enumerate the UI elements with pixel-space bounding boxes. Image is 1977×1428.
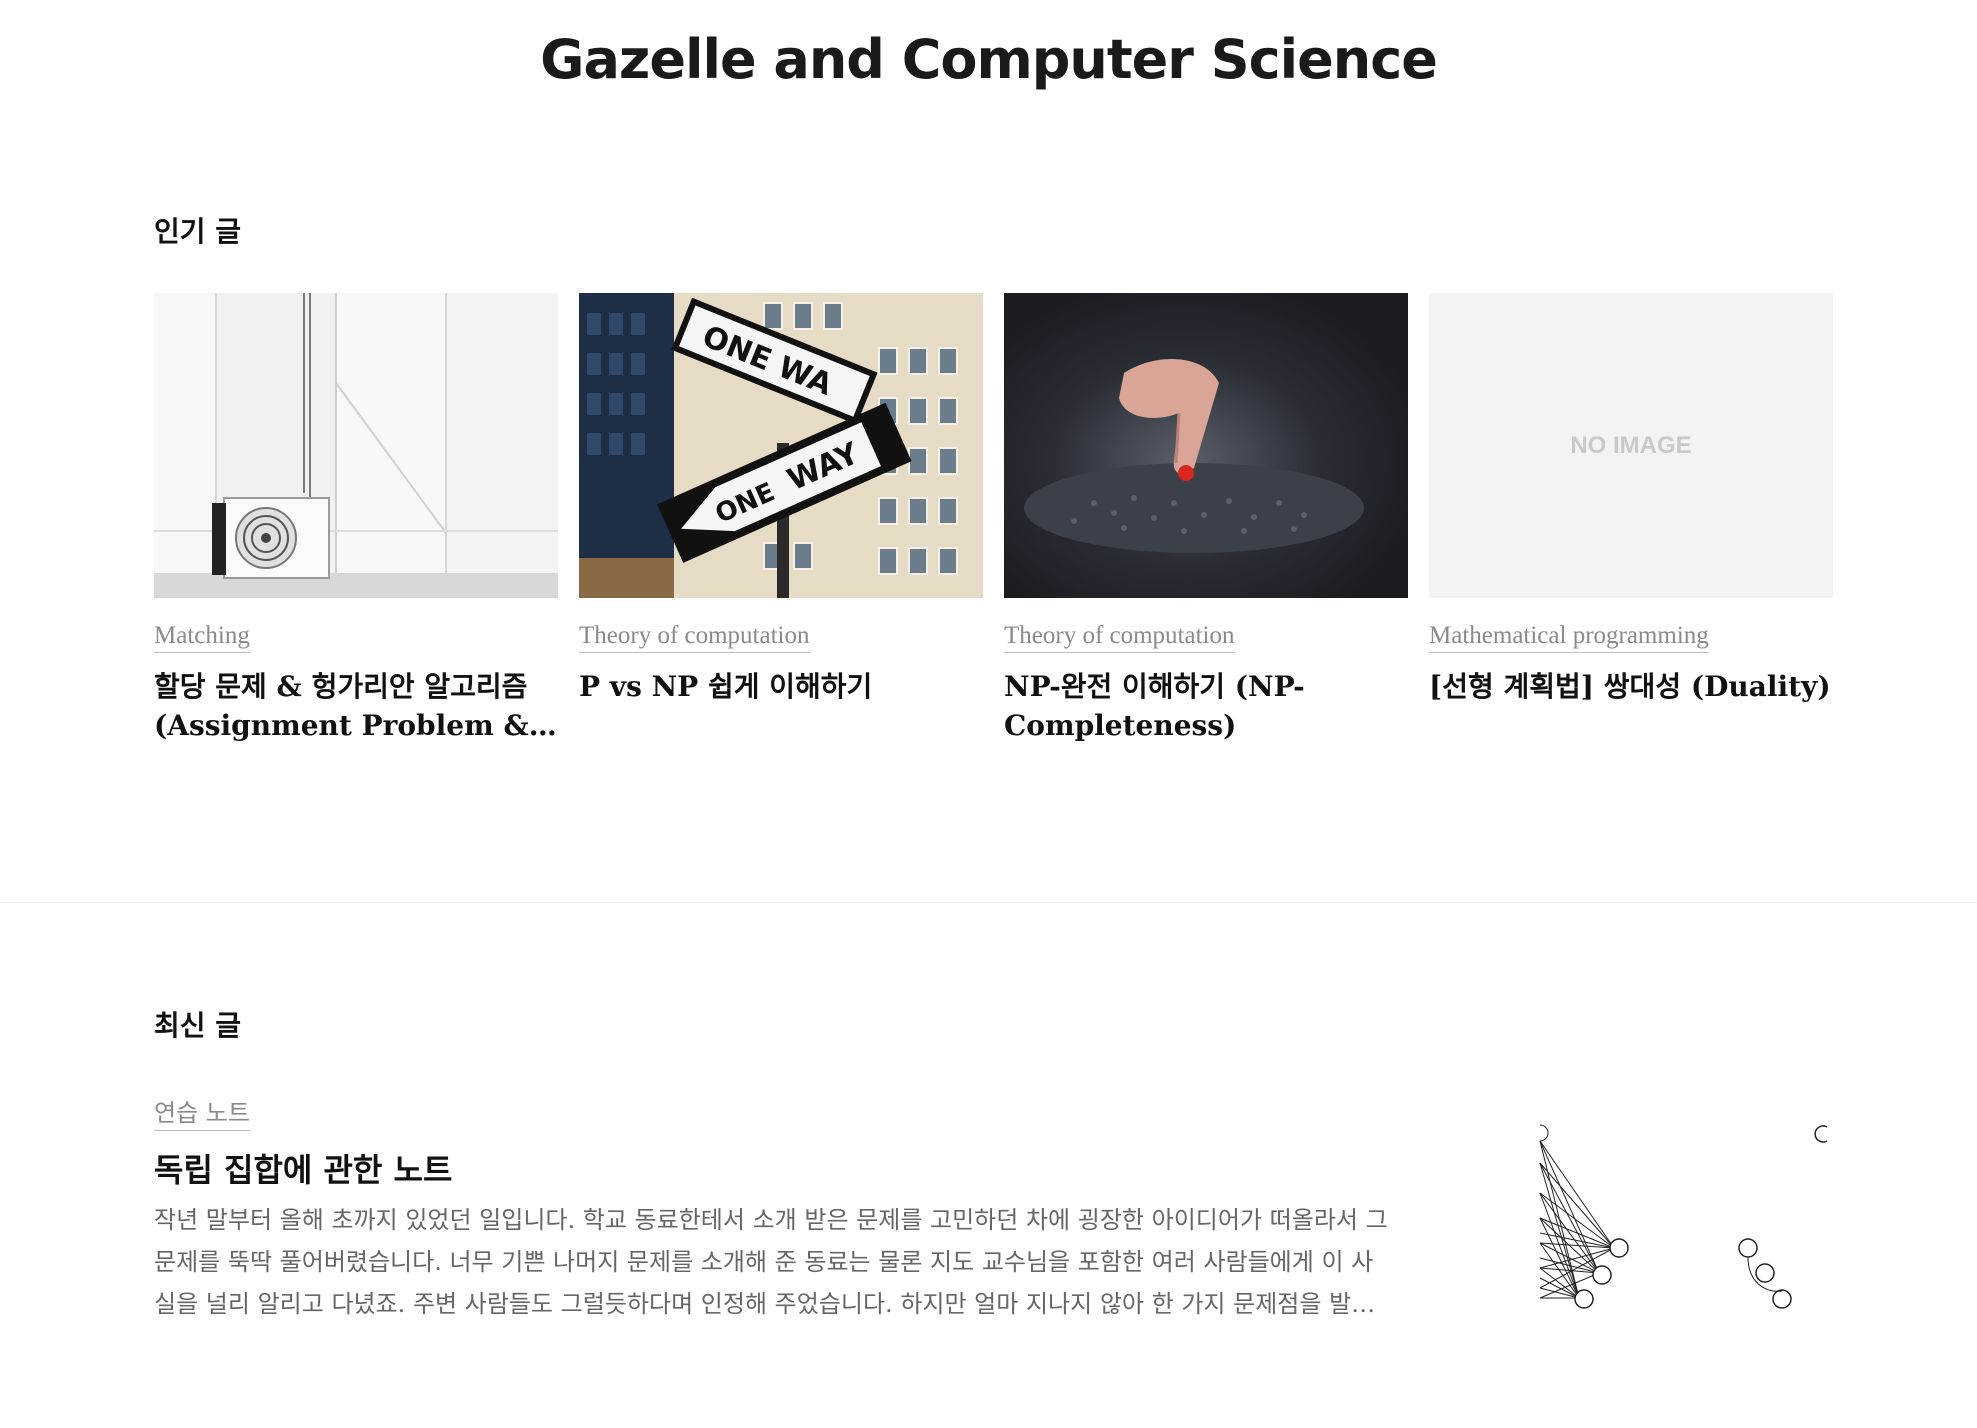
graph-drawing-image	[1539, 1124, 1828, 1309]
section-divider	[0, 902, 1977, 903]
popular-posts-heading: 인기 글	[154, 215, 242, 248]
post-thumbnail-placeholder[interactable]: NO IMAGE	[1429, 293, 1833, 598]
one-way-sign-image: ONE WA ONE WAY	[579, 293, 983, 598]
post-thumbnail-graph[interactable]	[1534, 1123, 1834, 1423]
post-thumbnail-air-conditioner[interactable]	[154, 293, 558, 598]
popular-post-card[interactable]: NO IMAGE Mathematical programming [선형 계획…	[1429, 293, 1833, 745]
popular-post-card[interactable]: ONE WA ONE WAY Theory of computation P v…	[579, 293, 983, 745]
recent-post-item[interactable]: 연습 노트 독립 집합에 관한 노트 작년 말부터 올해 초까지 있었던 일입니…	[154, 1093, 1834, 1325]
post-excerpt[interactable]: 작년 말부터 올해 초까지 있었던 일입니다. 학교 동료한테서 소개 받은 문…	[154, 1199, 1394, 1325]
popular-posts-grid: Matching 할당 문제 & 헝가리안 알고리즘 (Assignment P…	[154, 293, 1834, 745]
post-thumbnail-one-way-sign[interactable]: ONE WA ONE WAY	[579, 293, 983, 598]
post-title-link[interactable]: P vs NP 쉽게 이해하기	[579, 667, 983, 706]
post-title-link[interactable]: 할당 문제 & 헝가리안 알고리즘 (Assignment Problem & …	[154, 667, 558, 745]
popular-post-card[interactable]: Matching 할당 문제 & 헝가리안 알고리즘 (Assignment P…	[154, 293, 558, 745]
post-thumbnail-puzzle[interactable]	[1004, 293, 1408, 598]
post-title-link[interactable]: [선형 계획법] 쌍대성 (Duality)	[1429, 667, 1833, 706]
post-category-link[interactable]: Theory of computation	[579, 622, 810, 653]
post-category-link[interactable]: 연습 노트	[154, 1093, 250, 1131]
site-title[interactable]: Gazelle and Computer Science	[0, 28, 1977, 91]
post-category-link[interactable]: Theory of computation	[1004, 622, 1235, 653]
no-image-placeholder: NO IMAGE	[1570, 431, 1692, 459]
recent-posts-heading: 최신 글	[154, 1009, 242, 1042]
popular-post-card[interactable]: Theory of computation NP-완전 이해하기 (NP-Com…	[1004, 293, 1408, 745]
post-category-link[interactable]: Matching	[154, 622, 250, 653]
puzzle-hand-image	[1004, 293, 1408, 598]
post-category-link[interactable]: Mathematical programming	[1429, 622, 1709, 653]
air-conditioner-image	[154, 293, 558, 598]
post-title-link[interactable]: NP-완전 이해하기 (NP-Completeness)	[1004, 667, 1408, 745]
